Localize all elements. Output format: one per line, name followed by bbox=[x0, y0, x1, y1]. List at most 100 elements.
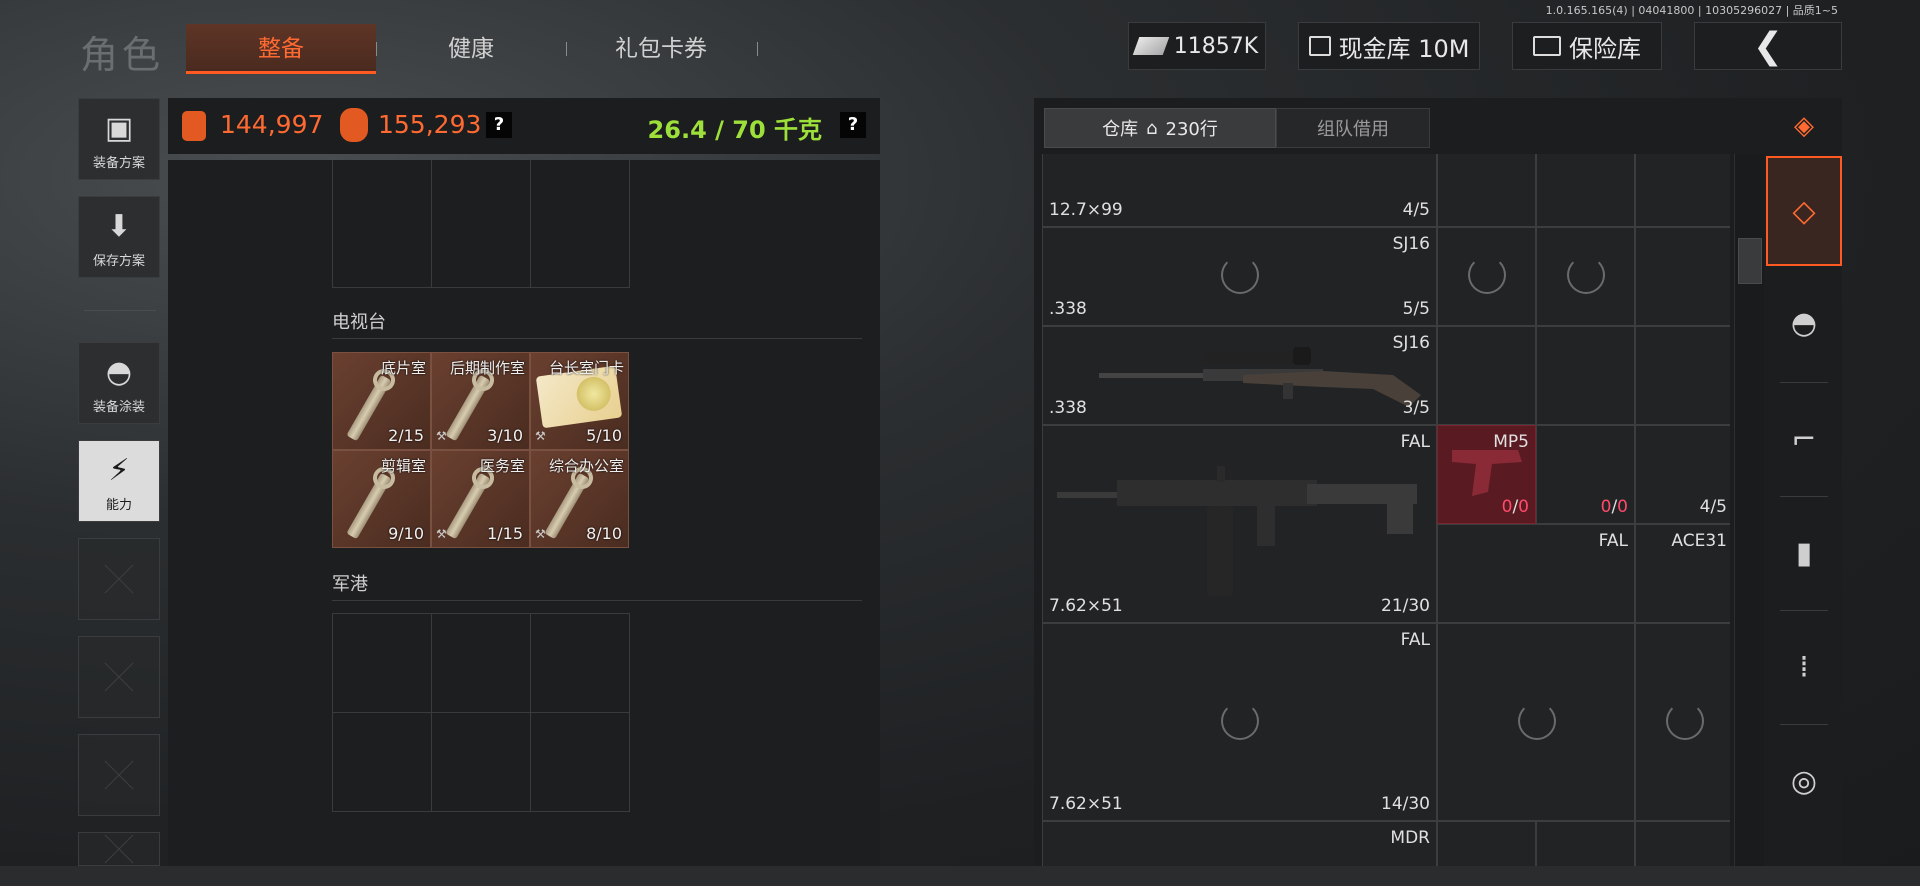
item-count: 14/30 bbox=[1381, 794, 1430, 814]
inventory-item[interactable]: FAL 7.62×51 21/30 bbox=[1042, 425, 1437, 623]
grid-slot bbox=[431, 712, 531, 812]
tab-team-borrow[interactable]: 组队借用 bbox=[1276, 108, 1430, 148]
inventory-item[interactable]: ACE31 bbox=[1635, 524, 1730, 623]
sidebar-item-loadout[interactable]: ▣ 装备方案 bbox=[78, 98, 160, 180]
inventory-item[interactable] bbox=[1437, 623, 1635, 821]
key-count: 9/10 bbox=[388, 524, 424, 543]
loading-spinner-icon bbox=[1468, 256, 1506, 294]
key-item[interactable]: 剪辑室 9/10 bbox=[332, 450, 431, 548]
inventory-slot bbox=[1536, 326, 1635, 425]
sidebar-empty-slot bbox=[78, 538, 160, 620]
item-count-current: 0 bbox=[1501, 497, 1513, 517]
help-button[interactable]: ? bbox=[486, 112, 512, 138]
key-item[interactable]: ⚒ 综合办公室 8/10 bbox=[530, 450, 629, 548]
key-count: 1/15 bbox=[487, 524, 523, 543]
scope-icon[interactable]: ◎ bbox=[1766, 736, 1842, 826]
sidebar-empty-slot bbox=[78, 832, 160, 866]
rifle-icon[interactable]: ⌐ bbox=[1766, 394, 1842, 484]
inventory-item[interactable]: SJ16 .338 3/5 bbox=[1042, 326, 1437, 425]
ammo-icon[interactable]: ⁞ bbox=[1766, 622, 1842, 712]
version-info: 1.0.165.165(4) | 04041800 | 10305296027 … bbox=[1545, 4, 1838, 17]
lightning-icon: ⚡ bbox=[108, 453, 130, 488]
item-caliber: 7.62×51 bbox=[1049, 794, 1123, 814]
broken-tag-icon: ⚒ bbox=[535, 429, 546, 443]
inventory-item[interactable]: 4/5 bbox=[1635, 425, 1730, 524]
tab-health[interactable]: 健康 bbox=[376, 24, 566, 74]
inventory-slot bbox=[1635, 326, 1730, 425]
broken-tag-icon: ⚒ bbox=[535, 527, 546, 541]
key-item[interactable]: ⚒ 后期制作室 3/10 bbox=[431, 352, 530, 450]
sidebar-item-label: 保存方案 bbox=[92, 254, 145, 269]
inventory-item[interactable] bbox=[1437, 227, 1536, 326]
back-button[interactable]: ❮ bbox=[1694, 22, 1842, 70]
inventory-item[interactable]: MDR bbox=[1042, 821, 1437, 866]
sidebar-item-skins[interactable]: ◓ 装备涂装 bbox=[78, 342, 160, 424]
section-divider bbox=[332, 338, 862, 339]
sidebar-item-label: 能力 bbox=[105, 498, 132, 513]
download-icon: ⬇ bbox=[106, 209, 132, 244]
cash-vault-button[interactable]: 现金库 10M bbox=[1298, 22, 1480, 70]
item-caliber: 7.62×51 bbox=[1049, 596, 1123, 616]
sidebar-item-save-loadout[interactable]: ⬇ 保存方案 bbox=[78, 196, 160, 278]
warehouse-capacity: 230行 bbox=[1165, 119, 1218, 140]
sidebar-divider bbox=[84, 310, 156, 311]
category-divider bbox=[1780, 724, 1828, 725]
tab-warehouse[interactable]: 仓库 ⌂ 230行 bbox=[1044, 108, 1276, 148]
inventory-item[interactable] bbox=[1536, 227, 1635, 326]
vault-icon bbox=[1308, 36, 1331, 56]
inventory-item[interactable]: 0/0 bbox=[1536, 425, 1635, 524]
grid-slot bbox=[530, 712, 630, 812]
grid-slot bbox=[530, 160, 630, 288]
key-count: 8/10 bbox=[586, 524, 622, 543]
grid-slot bbox=[332, 712, 432, 812]
sidebar-item-ability[interactable]: ⚡ 能力 bbox=[78, 440, 160, 522]
keycard-emblem bbox=[574, 374, 613, 414]
inventory-item[interactable]: MP5 0/0 bbox=[1437, 425, 1536, 524]
stat-value-2: 155,293 bbox=[378, 110, 482, 139]
key-name: 剪辑室 bbox=[380, 457, 426, 475]
key-item[interactable]: 底片室 2/15 bbox=[332, 352, 431, 450]
section-divider bbox=[332, 600, 862, 601]
item-name: MDR bbox=[1390, 828, 1430, 848]
item-count-max: 0 bbox=[1617, 497, 1628, 517]
broken-tag-icon: ⚒ bbox=[436, 429, 447, 443]
scrollbar-thumb[interactable] bbox=[1738, 238, 1762, 284]
category-sidebar: ◈ ◇ ◓ ⌐ ▮ ⁞ ◎ bbox=[1766, 98, 1842, 866]
item-name: FAL bbox=[1400, 432, 1430, 452]
key-item[interactable]: ⚒ 台长室门卡 5/10 bbox=[530, 352, 629, 450]
key-count: 5/10 bbox=[586, 426, 622, 445]
inventory-item[interactable] bbox=[1635, 623, 1730, 821]
key-name: 底片室 bbox=[380, 359, 426, 377]
item-count: 21/30 bbox=[1381, 596, 1430, 616]
bag-icon bbox=[340, 108, 368, 142]
key-name: 台长室门卡 bbox=[548, 359, 624, 377]
inventory-slot bbox=[1635, 154, 1730, 227]
key-name: 综合办公室 bbox=[548, 457, 624, 475]
grid-slot bbox=[431, 160, 531, 288]
inventory-item[interactable]: SJ16 .338 5/5 bbox=[1042, 227, 1437, 326]
backpack-icon bbox=[182, 111, 206, 141]
layers-refresh-icon[interactable]: ◈ bbox=[1766, 98, 1842, 154]
helmet-icon[interactable]: ◓ bbox=[1766, 278, 1842, 368]
warehouse-panel: 仓库 ⌂ 230行 组队借用 12.7×99 4/5 SJ16 .338 5/5 bbox=[1034, 98, 1842, 866]
inventory-item[interactable]: FAL bbox=[1437, 524, 1635, 623]
item-count: 4/5 bbox=[1402, 200, 1430, 220]
item-caliber: .338 bbox=[1049, 299, 1087, 319]
stat-value-1: 144,997 bbox=[220, 110, 324, 139]
tab-equip[interactable]: 整备 bbox=[186, 24, 376, 74]
key-item[interactable]: ⚒ 医务室 1/15 bbox=[431, 450, 530, 548]
key-name: 后期制作室 bbox=[449, 359, 525, 377]
inventory-slot bbox=[1536, 154, 1635, 227]
safe-button[interactable]: 保险库 bbox=[1512, 22, 1662, 70]
inventory-item[interactable]: FAL 7.62×51 14/30 bbox=[1042, 623, 1437, 821]
tab-divider bbox=[757, 42, 758, 56]
layers-icon[interactable]: ◇ bbox=[1766, 156, 1842, 266]
money-display: 11857K bbox=[1128, 22, 1266, 70]
magazine-icon[interactable]: ▮ bbox=[1766, 508, 1842, 598]
inventory-item[interactable]: 12.7×99 4/5 bbox=[1042, 154, 1437, 227]
item-count: 3/5 bbox=[1402, 398, 1430, 418]
weight-help-button[interactable]: ? bbox=[840, 112, 866, 138]
category-divider bbox=[1780, 610, 1828, 611]
tab-gift-coupons[interactable]: 礼包卡券 bbox=[566, 24, 756, 74]
item-name: MP5 bbox=[1493, 432, 1529, 452]
